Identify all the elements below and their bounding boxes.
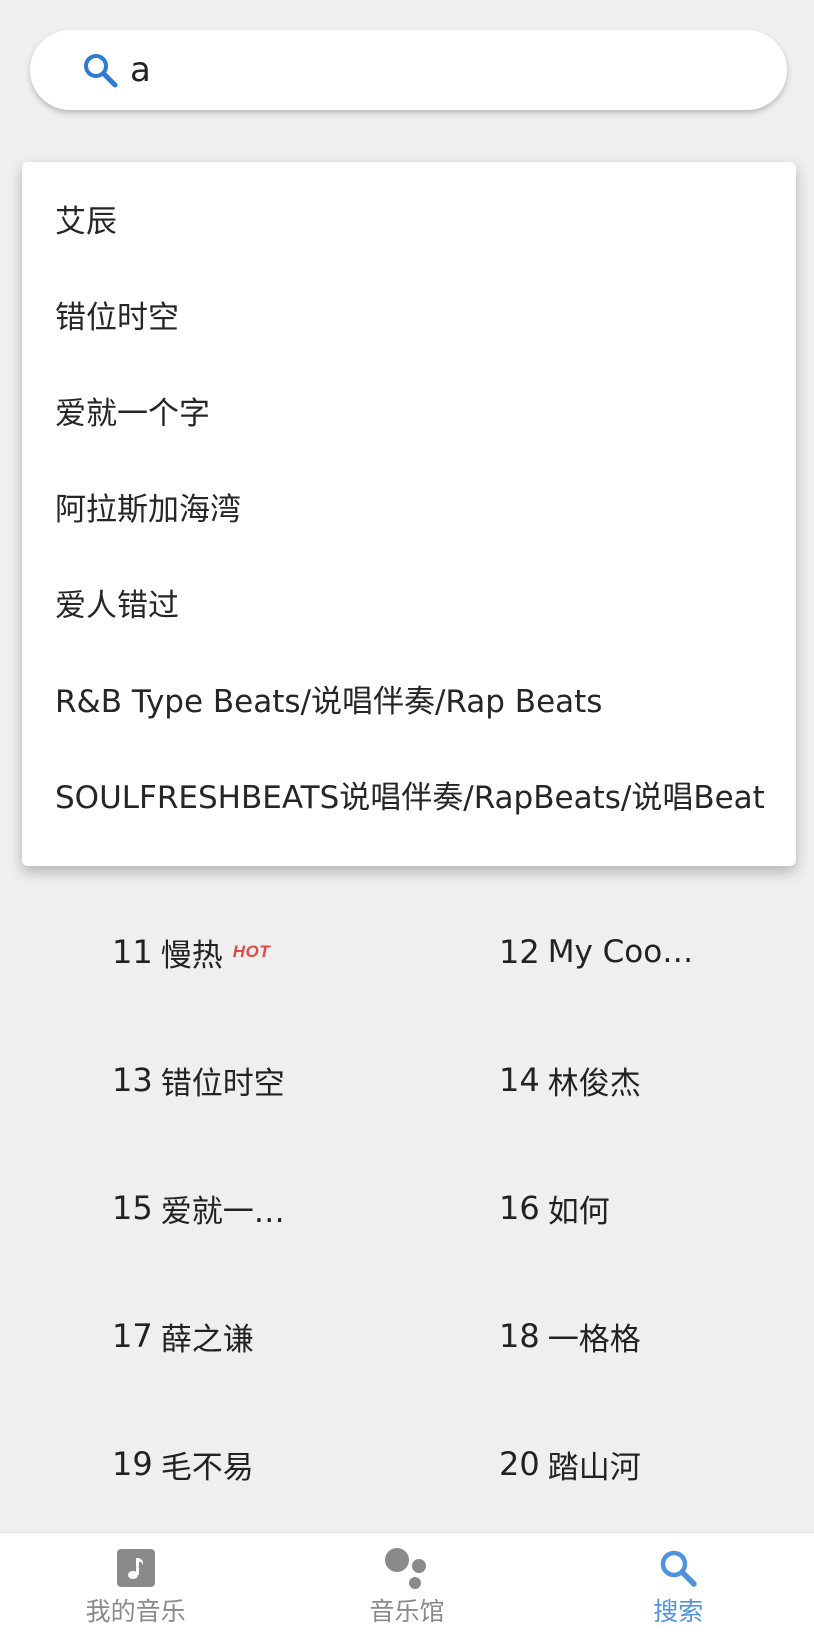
bottom-nav: 我的音乐 音乐馆 搜索 xyxy=(0,1532,814,1640)
hot-search-item[interactable]: 11 慢热 HOT xyxy=(112,888,270,1016)
nav-search[interactable]: 搜索 xyxy=(543,1533,814,1640)
rank-number: 12 xyxy=(499,933,540,971)
rank-number: 18 xyxy=(499,1317,540,1355)
hot-search-term: 毛不易 xyxy=(160,1449,254,1486)
hot-search-item[interactable]: 15 爱就一… xyxy=(112,1144,285,1272)
hot-search-item[interactable]: 13 错位时空 xyxy=(112,1016,285,1144)
hot-search-item[interactable]: 16 如何 xyxy=(499,1144,610,1272)
nav-label: 音乐馆 xyxy=(369,1596,445,1626)
hot-search-item[interactable]: 20 踏山河 xyxy=(499,1400,641,1528)
search-bar[interactable] xyxy=(30,30,787,110)
suggestion-item[interactable]: R&B Type Beats/说唱伴奏/Rap Beats xyxy=(22,650,796,746)
hot-search-term: 爱就一… xyxy=(160,1193,285,1230)
suggestion-item[interactable]: 阿拉斯加海湾 xyxy=(22,458,796,554)
nav-label: 搜索 xyxy=(653,1596,704,1626)
suggestion-item[interactable]: 爱人错过 xyxy=(22,554,796,650)
suggestion-item[interactable]: 错位时空 xyxy=(22,266,796,362)
nav-music-hall[interactable]: 音乐馆 xyxy=(271,1533,542,1640)
suggestion-item[interactable]: SOULFRESHBEATS说唱伴奏/RapBeats/说唱Beat xyxy=(22,746,796,842)
hot-search-term: My Coo… xyxy=(547,934,694,970)
rank-number: 15 xyxy=(112,1189,153,1227)
hot-search-item[interactable]: 18 一格格 xyxy=(499,1272,641,1400)
search-icon xyxy=(82,52,118,88)
search-input[interactable] xyxy=(130,50,730,90)
hot-search-term: 踏山河 xyxy=(547,1449,641,1486)
rank-number: 17 xyxy=(112,1317,153,1355)
hot-search-item[interactable]: 12 My Coo… xyxy=(499,888,693,1016)
nav-my-music[interactable]: 我的音乐 xyxy=(0,1533,271,1640)
rank-number: 19 xyxy=(112,1445,153,1483)
hot-search-item[interactable]: 19 毛不易 xyxy=(112,1400,254,1528)
hot-badge: HOT xyxy=(232,942,271,961)
hot-search-term: 林俊杰 xyxy=(547,1065,641,1102)
hot-search-term: 一格格 xyxy=(547,1321,641,1358)
rank-number: 14 xyxy=(499,1061,540,1099)
hot-search-grid: 11 慢热 HOT 12 My Coo… 13 错位时空 14 林俊杰 15 爱… xyxy=(0,888,814,1528)
suggestion-dropdown: 艾辰 错位时空 爱就一个字 阿拉斯加海湾 爱人错过 R&B Type Beats… xyxy=(22,162,796,866)
suggestion-item[interactable]: 爱就一个字 xyxy=(22,362,796,458)
rank-number: 13 xyxy=(112,1061,153,1099)
hot-search-term: 错位时空 xyxy=(160,1065,285,1102)
nav-label: 我的音乐 xyxy=(85,1596,186,1626)
hot-search-term: 薛之谦 xyxy=(160,1321,254,1358)
rank-number: 11 xyxy=(112,933,153,971)
music-note-icon xyxy=(116,1546,155,1590)
hot-search-term: 如何 xyxy=(547,1193,610,1230)
search-icon xyxy=(658,1546,698,1590)
rank-number: 20 xyxy=(499,1445,540,1483)
rank-number: 16 xyxy=(499,1189,540,1227)
suggestion-item[interactable]: 艾辰 xyxy=(22,170,796,266)
hot-search-item[interactable]: 14 林俊杰 xyxy=(499,1016,641,1144)
hot-search-term: 慢热 xyxy=(160,937,223,974)
hot-search-item[interactable]: 17 薛之谦 xyxy=(112,1272,254,1400)
music-hall-icon xyxy=(383,1546,431,1590)
